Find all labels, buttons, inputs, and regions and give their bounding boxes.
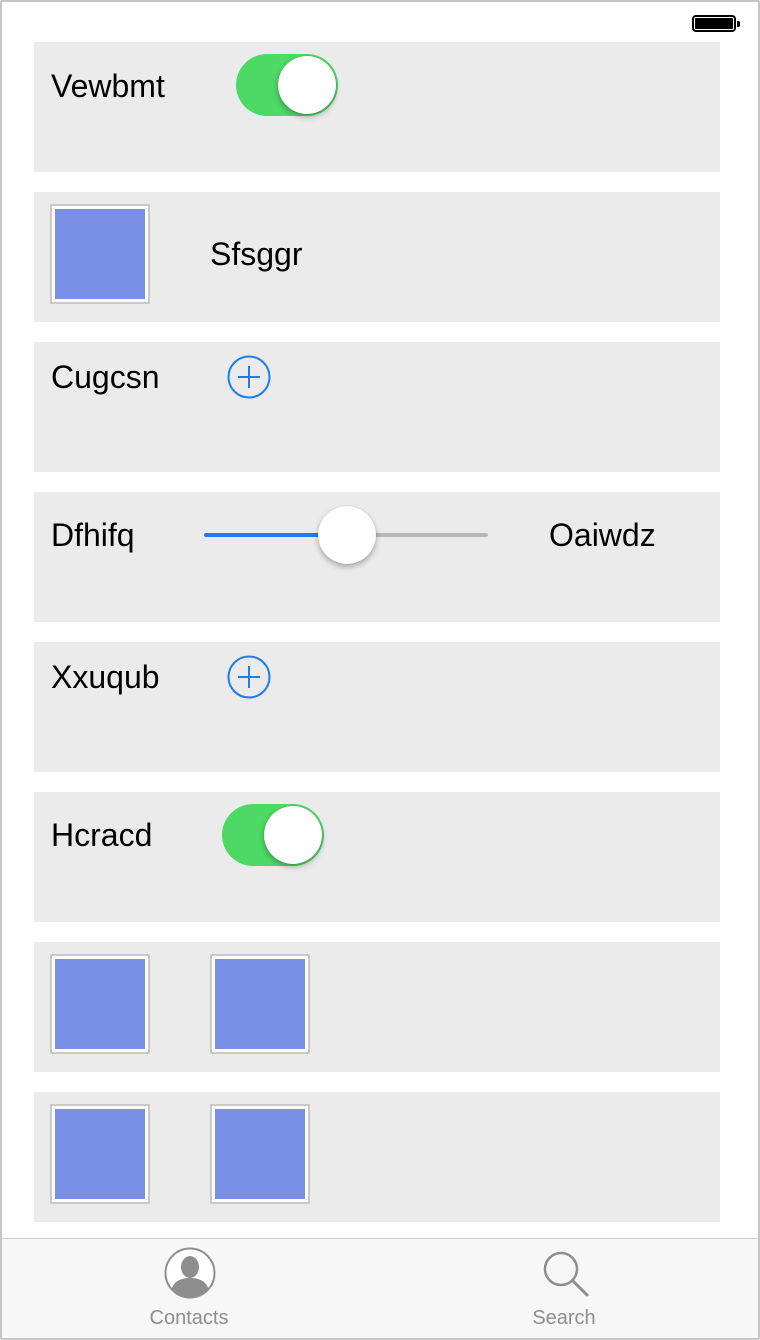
value-slider[interactable] <box>204 505 488 565</box>
row-cugcsn: Cugcsn <box>34 342 720 472</box>
contacts-icon <box>164 1247 216 1299</box>
row-label: Cugcsn <box>51 359 160 395</box>
app-screen: Vewbmt Sfsggr Cugcsn Dfhifq Oaiwdz Xxuqu… <box>0 0 760 1340</box>
toggle-switch[interactable] <box>222 804 324 866</box>
slider-thumb[interactable] <box>318 506 376 564</box>
row-dfhifq: Dfhifq Oaiwdz <box>34 492 720 622</box>
image-thumbnail <box>50 204 150 304</box>
tab-bar: Contacts Search <box>2 1238 758 1338</box>
battery-icon <box>692 15 740 32</box>
tab-contacts[interactable]: Contacts <box>119 1239 259 1338</box>
tab-search[interactable]: Search <box>494 1239 634 1338</box>
add-circle-icon[interactable] <box>227 655 271 699</box>
row-images-2 <box>34 1092 720 1222</box>
tab-label: Contacts <box>149 1307 229 1329</box>
add-circle-icon[interactable] <box>227 355 271 399</box>
tab-label: Search <box>532 1307 596 1329</box>
row-label: Xxuqub <box>51 659 160 695</box>
toggle-switch[interactable] <box>236 54 338 116</box>
image-thumbnail <box>210 954 310 1054</box>
row-xxuqub: Xxuqub <box>34 642 720 772</box>
image-thumbnail <box>50 1104 150 1204</box>
row-images-1 <box>34 942 720 1072</box>
switch-knob <box>264 806 322 864</box>
image-thumbnail <box>50 954 150 1054</box>
row-sfsggr: Sfsggr <box>34 192 720 322</box>
row-vewbmt: Vewbmt <box>34 42 720 172</box>
row-label-left: Dfhifq <box>51 517 135 553</box>
row-label-right: Oaiwdz <box>549 517 656 553</box>
row-hcracd: Hcracd <box>34 792 720 922</box>
row-label: Hcracd <box>51 817 153 853</box>
search-icon <box>543 1251 589 1297</box>
row-label: Sfsggr <box>210 236 303 272</box>
switch-knob <box>278 56 336 114</box>
image-thumbnail <box>210 1104 310 1204</box>
row-label: Vewbmt <box>51 68 165 104</box>
